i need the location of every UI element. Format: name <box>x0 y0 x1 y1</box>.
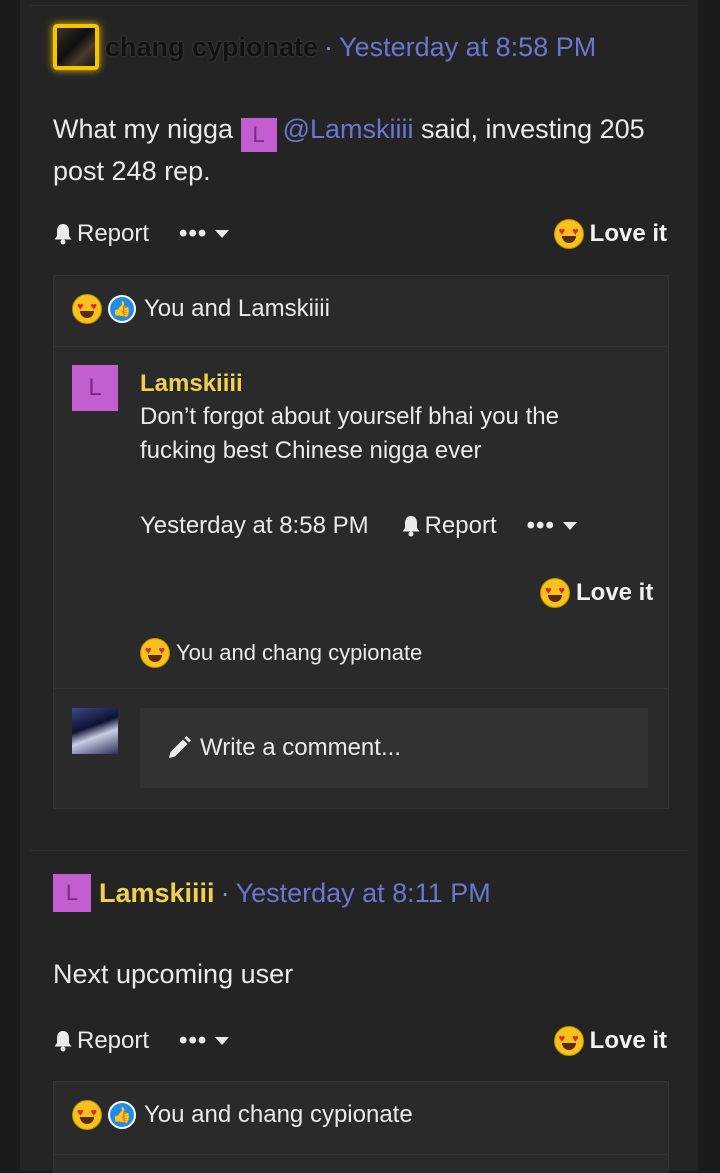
reactions-summary[interactable]: ♥ ♥ 👍 You and chang cypionate <box>72 1100 413 1130</box>
divider <box>54 346 668 347</box>
comment-username[interactable]: Lamskiiii <box>140 370 243 398</box>
write-comment-placeholder: Write a comment... <box>200 734 401 761</box>
separator: · <box>220 877 230 908</box>
love-emoji-icon: ♥ ♥ <box>72 1100 102 1130</box>
comment-love-row: ♥ ♥ Love it <box>540 578 653 608</box>
love-emoji-icon: ♥ ♥ <box>540 578 570 608</box>
post-username[interactable]: Lamskiiii <box>99 878 215 909</box>
more-icon: ••• <box>526 512 555 539</box>
report-button[interactable]: Report <box>53 220 149 248</box>
bell-icon <box>54 224 72 245</box>
avatar[interactable] <box>53 24 99 70</box>
write-comment-input[interactable]: Write a comment... <box>140 708 648 788</box>
reactions-text: You and chang cypionate <box>144 1101 413 1128</box>
reactions-summary[interactable]: ♥ ♥ 👍 You and Lamskiiii <box>72 294 330 324</box>
love-emoji-icon: ♥ ♥ <box>72 294 102 324</box>
caret-down-icon <box>562 522 577 530</box>
more-icon: ••• <box>179 1027 208 1054</box>
caret-down-icon <box>215 230 230 238</box>
comment-reactions-summary[interactable]: ♥ ♥ You and chang cypionate <box>140 638 422 668</box>
mention-avatar[interactable]: L <box>240 117 277 152</box>
report-button[interactable]: Report <box>53 1027 149 1055</box>
comment-avatar[interactable]: L <box>72 365 118 411</box>
post-time-link[interactable]: Yesterday at 8:58 PM <box>339 32 596 63</box>
post-time-link[interactable]: Yesterday at 8:11 PM <box>236 878 491 909</box>
bell-icon <box>54 1031 72 1052</box>
comment-love-it-button[interactable]: ♥ ♥ Love it <box>540 578 653 608</box>
mention-link[interactable]: @Lamskiiii <box>283 114 414 144</box>
comment-time-link[interactable]: Yesterday at 8:58 PM <box>140 512 369 540</box>
post-header: L Lamskiiii · Yesterday at 8:11 PM <box>53 870 491 916</box>
separator: · <box>324 31 334 62</box>
more-button[interactable]: ••• <box>179 220 230 248</box>
post-username[interactable]: chang cypionate <box>105 32 318 63</box>
post-body: Next upcoming user <box>53 959 294 989</box>
comment-report-button[interactable]: Report <box>401 512 497 540</box>
more-button[interactable]: ••• <box>179 1027 230 1055</box>
like-emoji-icon: 👍 <box>108 1101 136 1129</box>
comment-more-button[interactable]: ••• <box>527 512 577 540</box>
love-label: Love it <box>589 220 667 247</box>
divider <box>54 1154 668 1155</box>
post-text-before: What my nigga <box>53 114 241 144</box>
reactions-text: You and Lamskiiii <box>144 295 330 322</box>
post-1: chang cypionate · Yesterday at 8:58 PM W… <box>30 5 688 831</box>
comment-text: Don’t forgot about yourself bhai you the… <box>140 403 559 464</box>
love-emoji-icon: ♥ ♥ <box>140 638 170 668</box>
post-actions: Report ••• ♥ ♥ Love it <box>53 216 667 252</box>
post-2: L Lamskiiii · Yesterday at 8:11 PM Next … <box>30 850 688 1173</box>
post-body: What my nigga L @Lamskiiii said, investin… <box>53 110 673 191</box>
more-icon: ••• <box>179 220 208 247</box>
love-label: Love it <box>589 1027 667 1054</box>
love-it-button[interactable]: ♥ ♥ Love it <box>553 219 667 249</box>
report-label: Report <box>424 512 497 539</box>
reactions-text: You and chang cypionate <box>176 640 423 665</box>
bell-icon <box>402 516 420 537</box>
post-header: chang cypionate · Yesterday at 8:58 PM <box>53 24 596 70</box>
report-label: Report <box>77 220 150 247</box>
comments-section: ♥ ♥ 👍 You and chang cypionate <box>53 1081 669 1173</box>
love-it-button[interactable]: ♥ ♥ Love it <box>553 1026 667 1056</box>
love-label: Love it <box>576 579 654 606</box>
current-user-avatar <box>72 708 118 754</box>
avatar[interactable]: L <box>53 874 91 912</box>
divider <box>54 688 668 689</box>
report-label: Report <box>77 1027 150 1054</box>
love-emoji-icon: ♥ ♥ <box>553 1026 584 1056</box>
pencil-icon <box>169 736 191 758</box>
post-actions: Report ••• ♥ ♥ Love it <box>53 1023 667 1059</box>
like-emoji-icon: 👍 <box>108 295 136 323</box>
comment-actions: Yesterday at 8:58 PM Report ••• <box>140 512 577 540</box>
love-emoji-icon: ♥ ♥ <box>553 219 584 249</box>
caret-down-icon <box>215 1037 230 1045</box>
comments-section: ♥ ♥ 👍 You and Lamskiiii L Lamskiiii Don’t… <box>53 275 669 809</box>
